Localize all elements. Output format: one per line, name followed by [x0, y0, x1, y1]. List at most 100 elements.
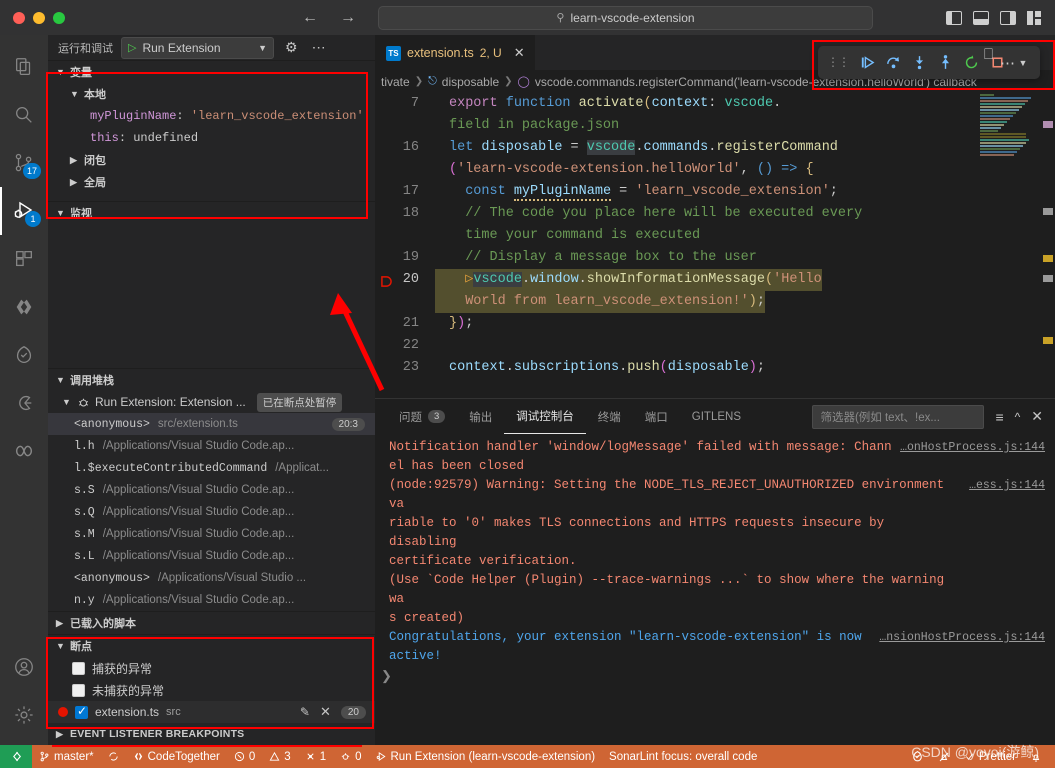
breakpoints-header[interactable]: ▼ 断点: [48, 635, 375, 657]
remote-indicator[interactable]: [0, 745, 32, 768]
continue-button[interactable]: [854, 50, 880, 76]
sidebar-item-source-control[interactable]: 17: [0, 139, 48, 187]
minimize-window-button[interactable]: [33, 12, 45, 24]
loaded-scripts-header[interactable]: ▶ 已载入的脚本: [48, 612, 375, 634]
status-item-ports[interactable]: 1: [298, 745, 333, 768]
console-source-link[interactable]: …nsionHostProcess.js:144: [879, 628, 1055, 666]
sidebar-item-infinity[interactable]: [0, 427, 48, 475]
ellipsis-icon[interactable]: ⋯: [1000, 54, 1015, 72]
window-controls[interactable]: [0, 12, 90, 24]
checkbox[interactable]: [72, 662, 85, 675]
breakpoint-glyph-icon[interactable]: [381, 274, 392, 285]
close-icon[interactable]: ✕: [320, 704, 331, 720]
callstack-frame[interactable]: l.$executeContributedCommand /Applicat..…: [48, 457, 375, 479]
checkbox[interactable]: [75, 706, 88, 719]
code-line[interactable]: 16let disposable = vscode.commands.regis…: [375, 137, 1055, 159]
tab-output[interactable]: 输出: [457, 399, 504, 434]
status-item-notifications[interactable]: [1023, 745, 1049, 768]
sidebar-item-testing[interactable]: [0, 379, 48, 427]
sidebar-item-codetogether[interactable]: [0, 283, 48, 331]
toggle-primary-sidebar-icon[interactable]: [946, 11, 962, 25]
status-item-sonarlint[interactable]: SonarLint focus: overall code: [602, 745, 764, 768]
watch-section-header[interactable]: ▼ 监视: [48, 202, 375, 224]
tab-extension-ts[interactable]: TS extension.ts 2, U ✕: [375, 35, 535, 70]
callstack-frame[interactable]: s.S /Applications/Visual Studio Code.ap.…: [48, 479, 375, 501]
status-item-problems[interactable]: 0: [227, 745, 262, 768]
code-line[interactable]: time your command is executed: [375, 225, 1055, 247]
restart-button[interactable]: [958, 50, 984, 76]
forward-icon[interactable]: →: [340, 9, 356, 27]
breakpoint-file-row[interactable]: extension.ts src ✎ ✕ 20: [48, 701, 375, 723]
callstack-frame[interactable]: l.h /Applications/Visual Studio Code.ap.…: [48, 435, 375, 457]
gear-icon[interactable]: ⚙: [282, 39, 301, 56]
status-item-prettier[interactable]: Prettier: [957, 745, 1023, 768]
status-item-debug-session[interactable]: Run Extension (learn-vscode-extension): [369, 745, 603, 768]
close-icon[interactable]: ✕: [514, 45, 525, 61]
status-item-codetogether[interactable]: CodeTogether: [126, 745, 227, 768]
code-line[interactable]: 23context.subscriptions.push(disposable)…: [375, 357, 1055, 379]
callstack-frame[interactable]: n.y /Applications/Visual Studio Code.ap.…: [48, 589, 375, 611]
callstack-section-header[interactable]: ▼ 调用堆栈: [48, 369, 375, 391]
back-icon[interactable]: ←: [302, 9, 318, 27]
code-line[interactable]: 18 // The code you place here will be ex…: [375, 203, 1055, 225]
step-out-button[interactable]: [932, 50, 958, 76]
pencil-icon[interactable]: ✎: [300, 705, 310, 719]
ellipsis-icon[interactable]: ⋯: [309, 39, 329, 56]
global-scope-header[interactable]: ▶ 全局: [48, 171, 375, 193]
status-item-warnings[interactable]: 3: [262, 745, 297, 768]
close-icon[interactable]: ✕: [1031, 408, 1043, 425]
console-source-link[interactable]: …onHostProcess.js:144: [900, 438, 1055, 476]
toggle-secondary-sidebar-icon[interactable]: [1000, 11, 1016, 25]
sidebar-item-search[interactable]: [0, 91, 48, 139]
overview-ruler[interactable]: [1041, 93, 1055, 398]
tab-terminal[interactable]: 终端: [586, 399, 633, 434]
status-item-branch[interactable]: master*: [32, 745, 101, 768]
drag-grip-icon[interactable]: ⋮⋮: [822, 58, 854, 67]
event-listener-breakpoints-header[interactable]: ▶ EVENT LISTENER BREAKPOINTS: [48, 723, 375, 745]
breakpoint-caught-exceptions[interactable]: 捕获的异常: [48, 657, 375, 679]
editor-actions-more[interactable]: ⋯: [1000, 46, 1015, 79]
debug-console-input[interactable]: ❯: [375, 666, 1055, 684]
breadcrumb-item-1[interactable]: disposable: [442, 75, 499, 89]
code-line[interactable]: ('learn-vscode-extension.helloWorld', ()…: [375, 159, 1055, 181]
variable-row[interactable]: this : undefined: [48, 127, 375, 149]
quick-open-bar[interactable]: ⚲ learn-vscode-extension: [378, 6, 873, 30]
sidebar-item-run-and-debug[interactable]: 1: [0, 187, 48, 235]
code-line[interactable]: field in package.json: [375, 115, 1055, 137]
debug-config-dropdown[interactable]: ▷ Run Extension ▼: [121, 37, 274, 59]
tab-gitlens[interactable]: GITLENS: [680, 399, 753, 434]
tab-problems[interactable]: 问题 3: [387, 399, 457, 434]
breakpoint-uncaught-exceptions[interactable]: 未捕获的异常: [48, 679, 375, 701]
closure-scope-header[interactable]: ▶ 闭包: [48, 149, 375, 171]
chevron-up-icon[interactable]: ^: [1015, 410, 1021, 424]
callstack-frame[interactable]: s.Q /Applications/Visual Studio Code.ap.…: [48, 501, 375, 523]
code-line[interactable]: 20 ▷vscode.window.showInformationMessage…: [375, 269, 1055, 291]
minimap[interactable]: [977, 93, 1037, 398]
code-line[interactable]: World from learn_vscode_extension!');: [375, 291, 1055, 313]
clear-console-icon[interactable]: ≡: [995, 409, 1003, 425]
code-editor[interactable]: 7export function activate(context: vscod…: [375, 93, 1055, 398]
code-line[interactable]: 7export function activate(context: vscod…: [375, 93, 1055, 115]
toggle-panel-icon[interactable]: [973, 11, 989, 25]
debug-console-output[interactable]: Notification handler 'window/logMessage'…: [375, 434, 1055, 666]
status-item-notifications-alt[interactable]: [931, 745, 957, 768]
debug-session-row[interactable]: ▼ Run Extension: Extension ... 已在断点处暂停: [48, 391, 375, 413]
code-line[interactable]: 22: [375, 335, 1055, 357]
accounts-button[interactable]: [0, 643, 48, 691]
variables-section-header[interactable]: ▼ 变量: [48, 61, 375, 83]
manage-settings-button[interactable]: [0, 691, 48, 739]
code-line[interactable]: 17 const myPluginName = 'learn_vscode_ex…: [375, 181, 1055, 203]
status-item-sync[interactable]: [101, 745, 126, 768]
breadcrumb-item-0[interactable]: tivate: [381, 75, 410, 89]
step-over-button[interactable]: [880, 50, 906, 76]
status-item-sonarlint-logo[interactable]: [904, 745, 931, 768]
sidebar-item-explorer[interactable]: [0, 43, 48, 91]
callstack-frame[interactable]: <anonymous> src/extension.ts 20:3: [48, 413, 375, 435]
status-item-bugs[interactable]: 0: [333, 745, 368, 768]
code-line[interactable]: 21});: [375, 313, 1055, 335]
callstack-frame[interactable]: <anonymous> /Applications/Visual Studio …: [48, 567, 375, 589]
console-filter-input[interactable]: 筛选器(例如 text、!ex...: [812, 405, 984, 429]
console-source-link[interactable]: …ess.js:144: [969, 476, 1055, 571]
variable-row[interactable]: myPluginName : 'learn_vscode_extension': [48, 105, 375, 127]
split-editor-icon[interactable]: ⎕: [984, 46, 993, 63]
